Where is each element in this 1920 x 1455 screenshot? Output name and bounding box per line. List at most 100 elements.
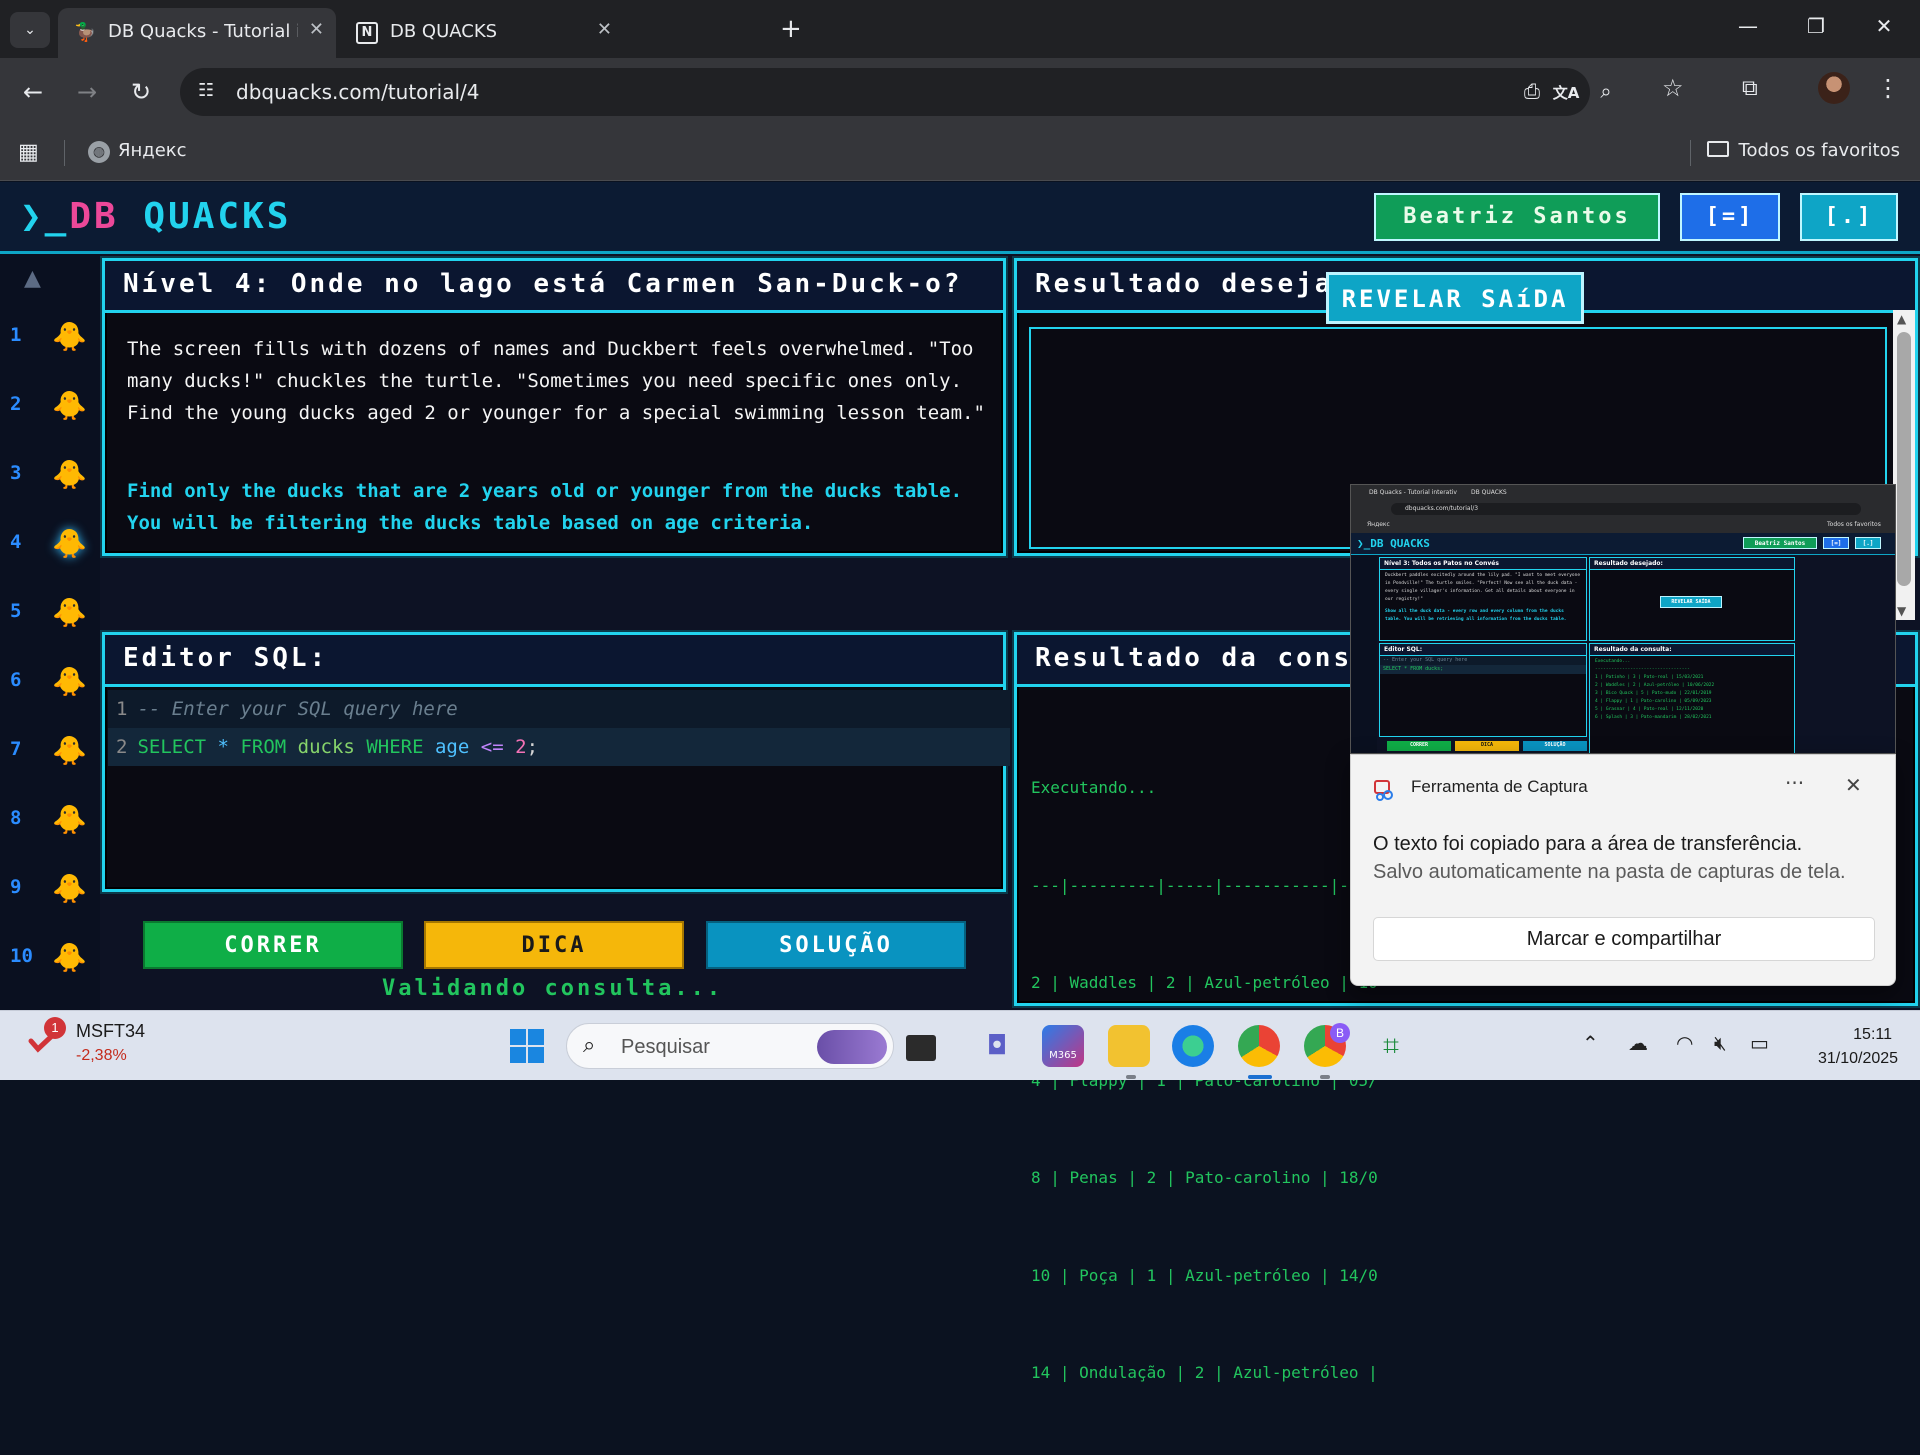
thumb-level-sidebar	[1351, 555, 1377, 753]
battery-icon[interactable]: ▭	[1750, 1031, 1769, 1055]
app-logo[interactable]: ❯_DB QUACKS	[20, 196, 291, 237]
extensions-icon[interactable]: ⧉	[1742, 76, 1758, 101]
level-item-7[interactable]: 7 🐥	[0, 720, 100, 780]
back-icon[interactable]: ←	[18, 78, 48, 106]
thumb-reveal: REVELAR SAÍDA	[1660, 596, 1722, 608]
run-button[interactable]: CORRER	[143, 921, 403, 969]
start-button[interactable]	[510, 1029, 544, 1063]
new-tab-button[interactable]: +	[780, 14, 802, 44]
thumb-solution: SOLUÇÃO	[1523, 741, 1587, 751]
level-panel: Nível 4: Onde no lago está Carmen San-Du…	[102, 258, 1006, 556]
bookmark-star-icon[interactable]: ☆	[1662, 74, 1684, 102]
duck-icon: 🐥	[52, 872, 87, 905]
zoom-icon[interactable]: ⌕	[1592, 79, 1620, 103]
level-item-1[interactable]: 1 🐥	[0, 306, 100, 366]
duck-icon: 🐥	[52, 320, 87, 353]
duck-icon: 🐥	[52, 527, 87, 560]
notification-badge: 1	[44, 1017, 66, 1039]
translate-icon[interactable]: 文A	[1552, 82, 1580, 103]
more-menu-icon[interactable]: ⋮	[1876, 74, 1900, 102]
tab-search-button[interactable]: ⌄	[10, 12, 50, 48]
mark-and-share-button[interactable]: Marcar e compartilhar	[1373, 917, 1875, 961]
reveal-output-button[interactable]: REVELAR SAíDA	[1326, 272, 1584, 324]
snipping-tool-icon	[1374, 780, 1393, 801]
level-item-6[interactable]: 6 🐥	[0, 651, 100, 711]
reload-icon[interactable]: ↻	[126, 78, 156, 106]
bookmarks-bar: ▦ ◍ Яндекс Todos os favoritos	[0, 126, 1920, 181]
cloud-off-icon[interactable]: ☁	[1628, 1031, 1648, 1055]
task-view-icon[interactable]	[906, 1035, 936, 1061]
bookmark-yandex[interactable]: ◍ Яндекс	[88, 140, 187, 163]
user-button[interactable]: Beatriz Santos	[1374, 193, 1660, 241]
scroll-up-icon[interactable]: ▲	[24, 266, 41, 291]
scroll-down-arrow-icon[interactable]: ▼	[1897, 604, 1906, 618]
wifi-icon[interactable]: ◠	[1676, 1031, 1693, 1055]
thumb-url: dbquacks.com/tutorial/3	[1391, 503, 1861, 515]
code-editor[interactable]: 1 -- Enter your SQL query here 2 SELECT * …	[108, 690, 1010, 766]
logo-db: DB	[69, 196, 119, 237]
edge-icon[interactable]	[1172, 1025, 1214, 1067]
code-line-2[interactable]: 2 SELECT * FROM ducks WHERE age <= 2;	[108, 728, 1010, 766]
m365-icon[interactable]: M365	[1042, 1025, 1084, 1067]
stock-change: -2,38%	[76, 1047, 127, 1064]
chevron-up-icon[interactable]: ⌃	[1582, 1031, 1599, 1055]
layout-button[interactable]: [=]	[1680, 193, 1780, 241]
profile-avatar[interactable]	[1818, 72, 1850, 104]
sql-star: *	[217, 736, 229, 758]
menu-button[interactable]: [.]	[1800, 193, 1898, 241]
search-icon: ⌕	[583, 1033, 596, 1058]
level-item-3[interactable]: 3 🐥	[0, 444, 100, 504]
close-icon[interactable]: ✕	[597, 19, 612, 40]
scroll-up-arrow-icon[interactable]: ▲	[1897, 312, 1906, 326]
install-app-icon[interactable]: ⎙	[1518, 79, 1546, 103]
chrome-icon[interactable]	[1238, 1025, 1280, 1067]
level-item-4[interactable]: 4 🐥	[0, 513, 100, 573]
site-info-icon[interactable]: ☷	[198, 80, 214, 101]
expected-scrollbar[interactable]: ▲ ▼	[1893, 310, 1915, 620]
status-text: Validando consulta...	[382, 976, 724, 1001]
active-indicator	[1248, 1075, 1272, 1079]
capture-thumbnail[interactable]: DB Quacks - Tutorial interativ DB QUACKS…	[1350, 484, 1896, 754]
all-bookmarks-button[interactable]: Todos os favoritos	[1706, 140, 1900, 161]
editor-title: Editor SQL:	[105, 635, 1003, 687]
level-item-8[interactable]: 8 🐥	[0, 789, 100, 849]
result-line: 8 | Penas | 2 | Pato-carolino | 18/0	[1031, 1168, 1378, 1187]
solution-button[interactable]: SOLUÇÃO	[706, 921, 966, 969]
tab-db-quacks-notion[interactable]: N DB QUACKS ✕	[340, 8, 624, 58]
apps-grid-icon[interactable]: ▦	[18, 140, 39, 165]
clock-date: 31/10/2025	[1818, 1050, 1899, 1067]
forward-icon[interactable]: →	[72, 78, 102, 106]
bookmark-label: Яндекс	[118, 140, 187, 161]
stock-name[interactable]: MSFT34	[76, 1021, 145, 1042]
window-close-icon[interactable]: ✕	[1872, 14, 1896, 38]
sql-editor-panel: Editor SQL: 1 -- Enter your SQL query her…	[102, 632, 1010, 892]
teams-icon[interactable]: ◘	[976, 1025, 1018, 1067]
scrollbar-thumb[interactable]	[1897, 332, 1911, 586]
minimize-icon[interactable]: —	[1736, 14, 1760, 38]
code-line-1[interactable]: 1 -- Enter your SQL query here	[108, 690, 1010, 728]
address-bar[interactable]: ☷ dbquacks.com/tutorial/4 ⎙ 文A ⌕	[180, 68, 1612, 116]
duck-icon: 🐥	[52, 803, 87, 836]
notion-icon: N	[356, 22, 378, 44]
system-clock[interactable]: 15:11 31/10/2025	[1818, 1023, 1899, 1071]
close-icon[interactable]: ✕	[309, 19, 324, 40]
level-item-9[interactable]: 9 🐥	[0, 858, 100, 918]
thumb-editor-panel: Editor SQL: -- Enter your SQL query here…	[1379, 643, 1587, 737]
snipping-tool-icon[interactable]: ⌗	[1370, 1025, 1412, 1067]
logo-quacks: QUACKS	[143, 196, 292, 237]
level-item-2[interactable]: 2 🐥	[0, 375, 100, 435]
close-icon[interactable]: ✕	[1845, 773, 1862, 797]
level-number: 1	[10, 324, 22, 346]
thumb-tab: DB Quacks - Tutorial interativ	[1369, 489, 1457, 496]
hint-button[interactable]: DICA	[424, 921, 684, 969]
thumb-tab: DB QUACKS	[1471, 489, 1507, 496]
restore-icon[interactable]: ❐	[1804, 14, 1828, 38]
more-options-icon[interactable]: ···	[1785, 771, 1804, 795]
level-item-5[interactable]: 5 🐥	[0, 582, 100, 642]
taskbar-search[interactable]: ⌕ Pesquisar	[566, 1023, 894, 1069]
snipping-tool-notification[interactable]: Ferramenta de Captura ··· ✕ O texto foi …	[1350, 754, 1896, 986]
tab-db-quacks-tutorial[interactable]: 🦆 DB Quacks - Tutorial interativo ✕	[58, 8, 336, 58]
file-explorer-icon[interactable]	[1108, 1025, 1150, 1067]
volume-muted-icon[interactable]: 🔇︎	[1714, 1031, 1727, 1055]
level-item-10[interactable]: 10 🐥	[0, 927, 100, 987]
